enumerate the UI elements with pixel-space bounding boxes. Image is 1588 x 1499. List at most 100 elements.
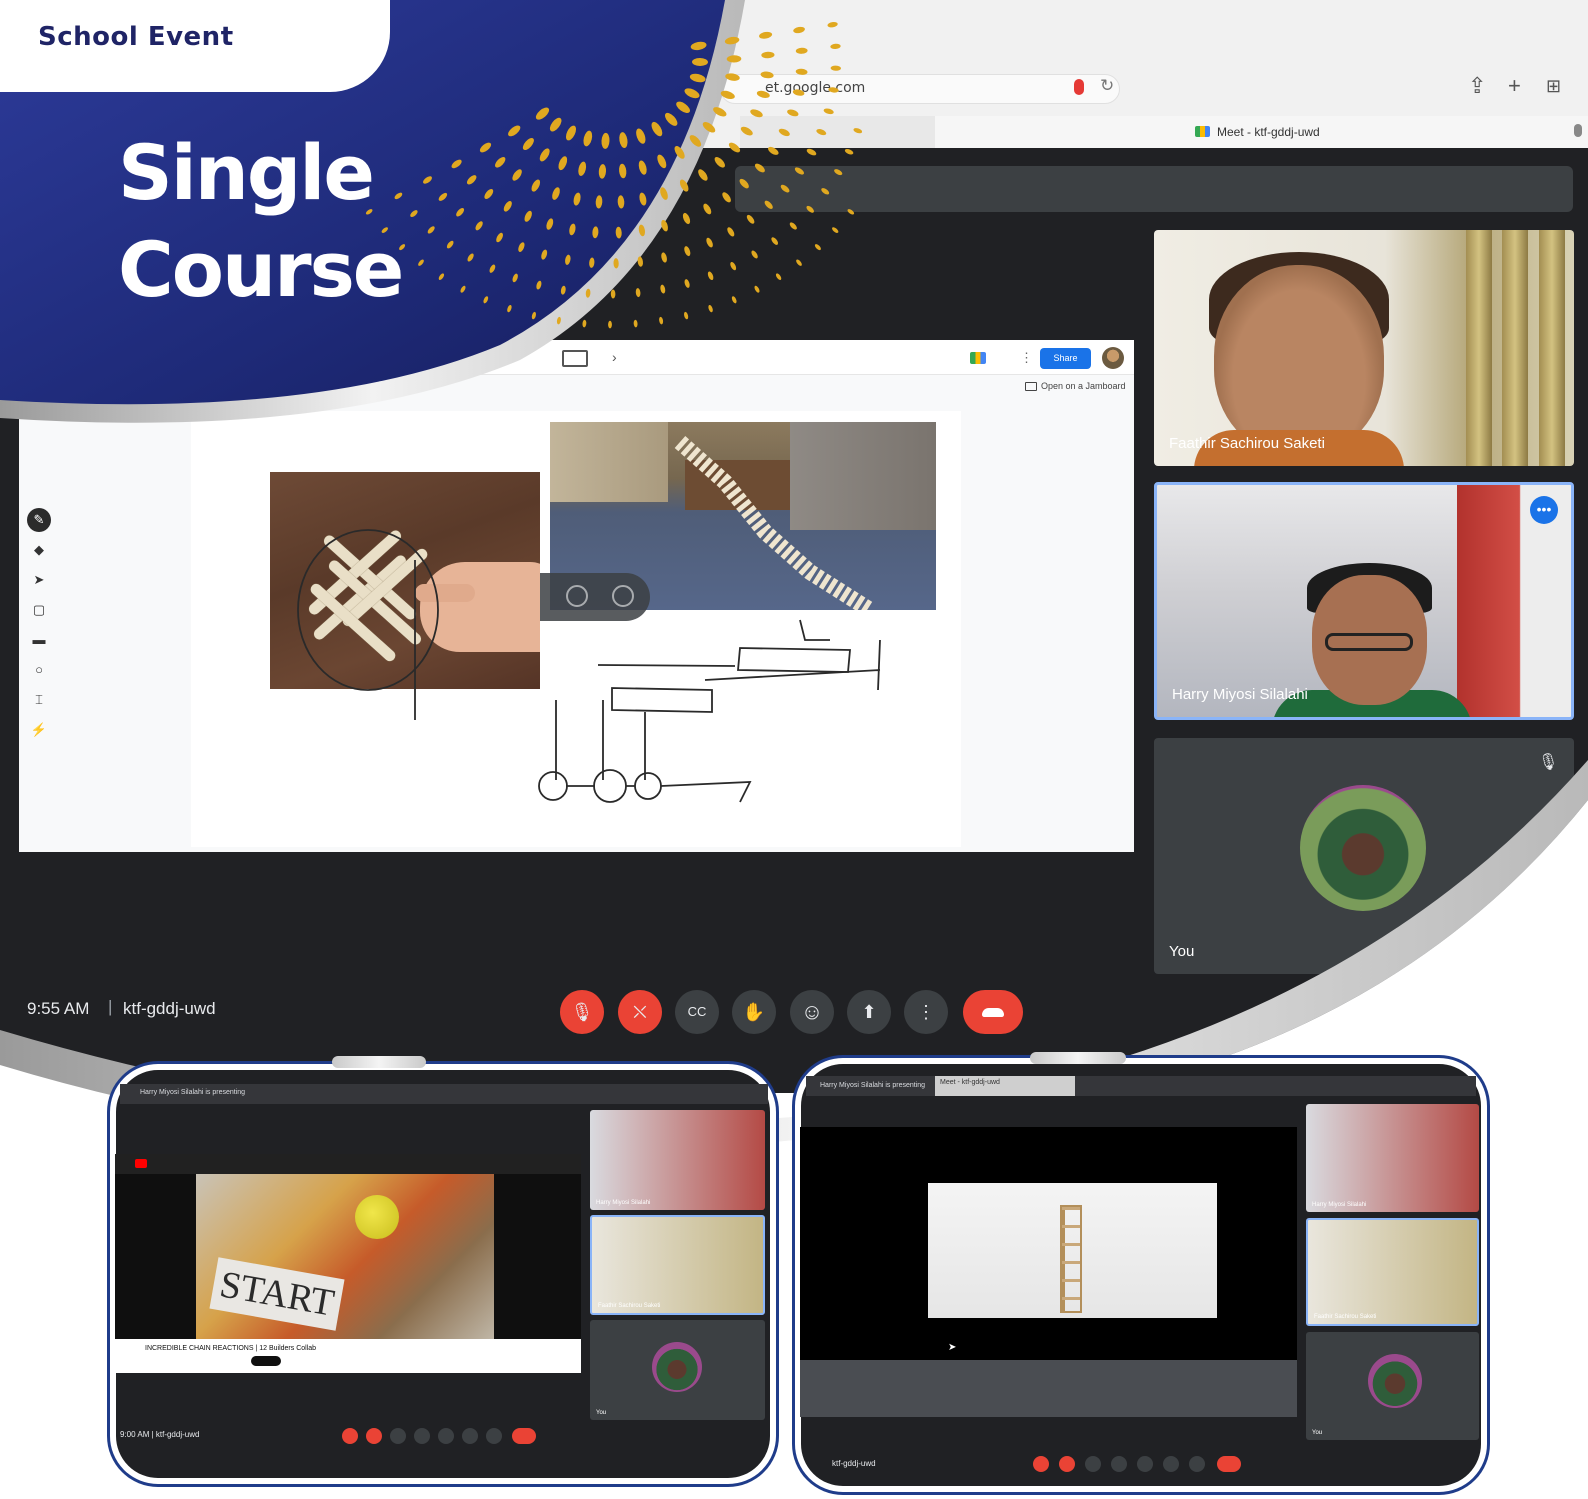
decorative-dot — [827, 21, 838, 28]
youtube-video[interactable] — [196, 1174, 494, 1339]
subscribe-button[interactable] — [251, 1356, 281, 1366]
captions-icon[interactable] — [390, 1428, 406, 1444]
decorative-dot — [830, 43, 841, 50]
youtube-video-title: INCREDIBLE CHAIN REACTIONS | 12 Builders… — [145, 1345, 317, 1352]
more-options-icon[interactable] — [1189, 1456, 1205, 1472]
thumbnail-pill — [332, 1056, 426, 1068]
leave-call-button[interactable] — [512, 1428, 536, 1444]
decorative-dot — [714, 157, 725, 168]
participant-tile-self[interactable]: You — [590, 1320, 765, 1420]
decorative-dot — [633, 319, 638, 328]
decorative-dot — [796, 259, 802, 266]
participant-tile-self[interactable]: You — [1306, 1332, 1479, 1440]
decorative-dot — [789, 222, 797, 230]
participant-name: You — [596, 1410, 607, 1416]
poster: et.google.com ↻ ⇪ + ⊞ Meet - ktf-gddj-uw… — [0, 0, 1588, 1499]
decorative-dot — [703, 203, 712, 215]
decorative-dot — [746, 214, 755, 224]
decorative-dot — [823, 108, 834, 115]
decorative-dot — [708, 304, 713, 313]
decorative-dot — [730, 261, 737, 271]
decorative-dot — [740, 126, 753, 136]
present-icon[interactable] — [1163, 1456, 1179, 1472]
decorative-dot — [750, 109, 763, 118]
participant-tile[interactable]: Faathir Sachirou Saketi — [590, 1215, 765, 1315]
headline-line-1: Single — [118, 128, 375, 217]
decorative-dot — [778, 128, 790, 137]
decorative-dot — [706, 237, 713, 248]
decorative-dot — [659, 316, 664, 325]
captions-icon[interactable] — [1085, 1456, 1101, 1472]
decorative-dot — [635, 288, 641, 298]
decorative-dot — [816, 129, 827, 136]
emoji-icon[interactable] — [1137, 1456, 1153, 1472]
raise-hand-icon[interactable] — [414, 1428, 430, 1444]
decorative-dot — [832, 227, 839, 233]
participant-tile[interactable]: Harry Miyosi Silalahi — [1306, 1104, 1479, 1212]
presenting-label: Harry Miyosi Silalahi is presenting — [140, 1089, 246, 1096]
decorative-dot — [739, 178, 749, 189]
decorative-dot — [608, 320, 612, 329]
decorative-dot — [727, 227, 735, 237]
youtube-logo-icon — [135, 1159, 147, 1168]
decorative-dot — [582, 319, 587, 328]
decorative-dot — [684, 279, 690, 288]
decorative-dot — [660, 284, 666, 294]
decorative-dot — [684, 246, 691, 257]
decorative-dot — [759, 31, 773, 39]
mic-off-icon[interactable] — [342, 1428, 358, 1444]
decorative-dot — [780, 184, 790, 193]
decorative-dot — [610, 289, 616, 299]
decorative-dot — [684, 311, 689, 320]
meeting-info: ktf-gddj-uwd — [832, 1459, 876, 1468]
more-options-icon[interactable] — [486, 1428, 502, 1444]
decorative-dot — [792, 89, 805, 96]
decorative-dot — [756, 90, 770, 98]
timeline-panel — [800, 1360, 1297, 1417]
decorative-dot — [682, 212, 691, 225]
participant-tile[interactable]: Harry Miyosi Silalahi — [590, 1110, 765, 1210]
youtube-header — [115, 1154, 581, 1174]
decorative-dot — [821, 188, 830, 195]
decorative-dot — [722, 192, 731, 203]
present-icon[interactable] — [462, 1428, 478, 1444]
decorative-dot — [698, 169, 708, 181]
decorative-dot — [764, 200, 773, 209]
camera-off-icon[interactable] — [366, 1428, 382, 1444]
participant-name: Faathir Sachirou Saketi — [598, 1303, 661, 1309]
raise-hand-icon[interactable] — [1111, 1456, 1127, 1472]
meeting-info: 9:00 AM | ktf-gddj-uwd — [120, 1430, 200, 1439]
tab-title: Meet - ktf-gddj-uwd — [940, 1079, 1000, 1086]
participant-name: Harry Miyosi Silalahi — [1312, 1202, 1367, 1208]
decorative-dot — [787, 109, 799, 117]
decorative-dot — [771, 237, 779, 245]
decorative-dot — [754, 163, 765, 173]
participant-tile[interactable]: Faathir Sachirou Saketi — [1306, 1218, 1479, 1326]
leave-call-button[interactable] — [1217, 1456, 1241, 1472]
decorative-dot — [760, 71, 774, 79]
camera-off-icon[interactable] — [1059, 1456, 1075, 1472]
video-ball — [355, 1195, 399, 1239]
decorative-dot — [834, 169, 843, 176]
decorative-dot — [806, 148, 817, 156]
popsicle-tower-model — [1060, 1205, 1082, 1313]
decorative-dot — [853, 128, 863, 134]
mic-off-icon[interactable] — [1033, 1456, 1049, 1472]
emoji-icon[interactable] — [438, 1428, 454, 1444]
decorative-dot — [794, 167, 804, 175]
decorative-dot — [814, 244, 821, 251]
decorative-dot — [761, 51, 775, 59]
decorative-dot — [806, 205, 814, 213]
decorative-dot — [731, 296, 737, 304]
decorative-dot — [707, 271, 714, 281]
decorative-dot — [751, 250, 758, 259]
decorative-dot — [754, 285, 760, 293]
decorative-dot — [795, 68, 808, 75]
decorative-dot — [793, 26, 805, 34]
participant-name: Faathir Sachirou Saketi — [1314, 1314, 1377, 1320]
presenting-label: Harry Miyosi Silalahi is presenting — [820, 1082, 926, 1089]
decorative-dot — [844, 149, 854, 155]
thumbnail-pill — [1030, 1052, 1126, 1064]
event-badge-label: School Event — [38, 22, 234, 52]
decorative-dot — [847, 209, 855, 215]
